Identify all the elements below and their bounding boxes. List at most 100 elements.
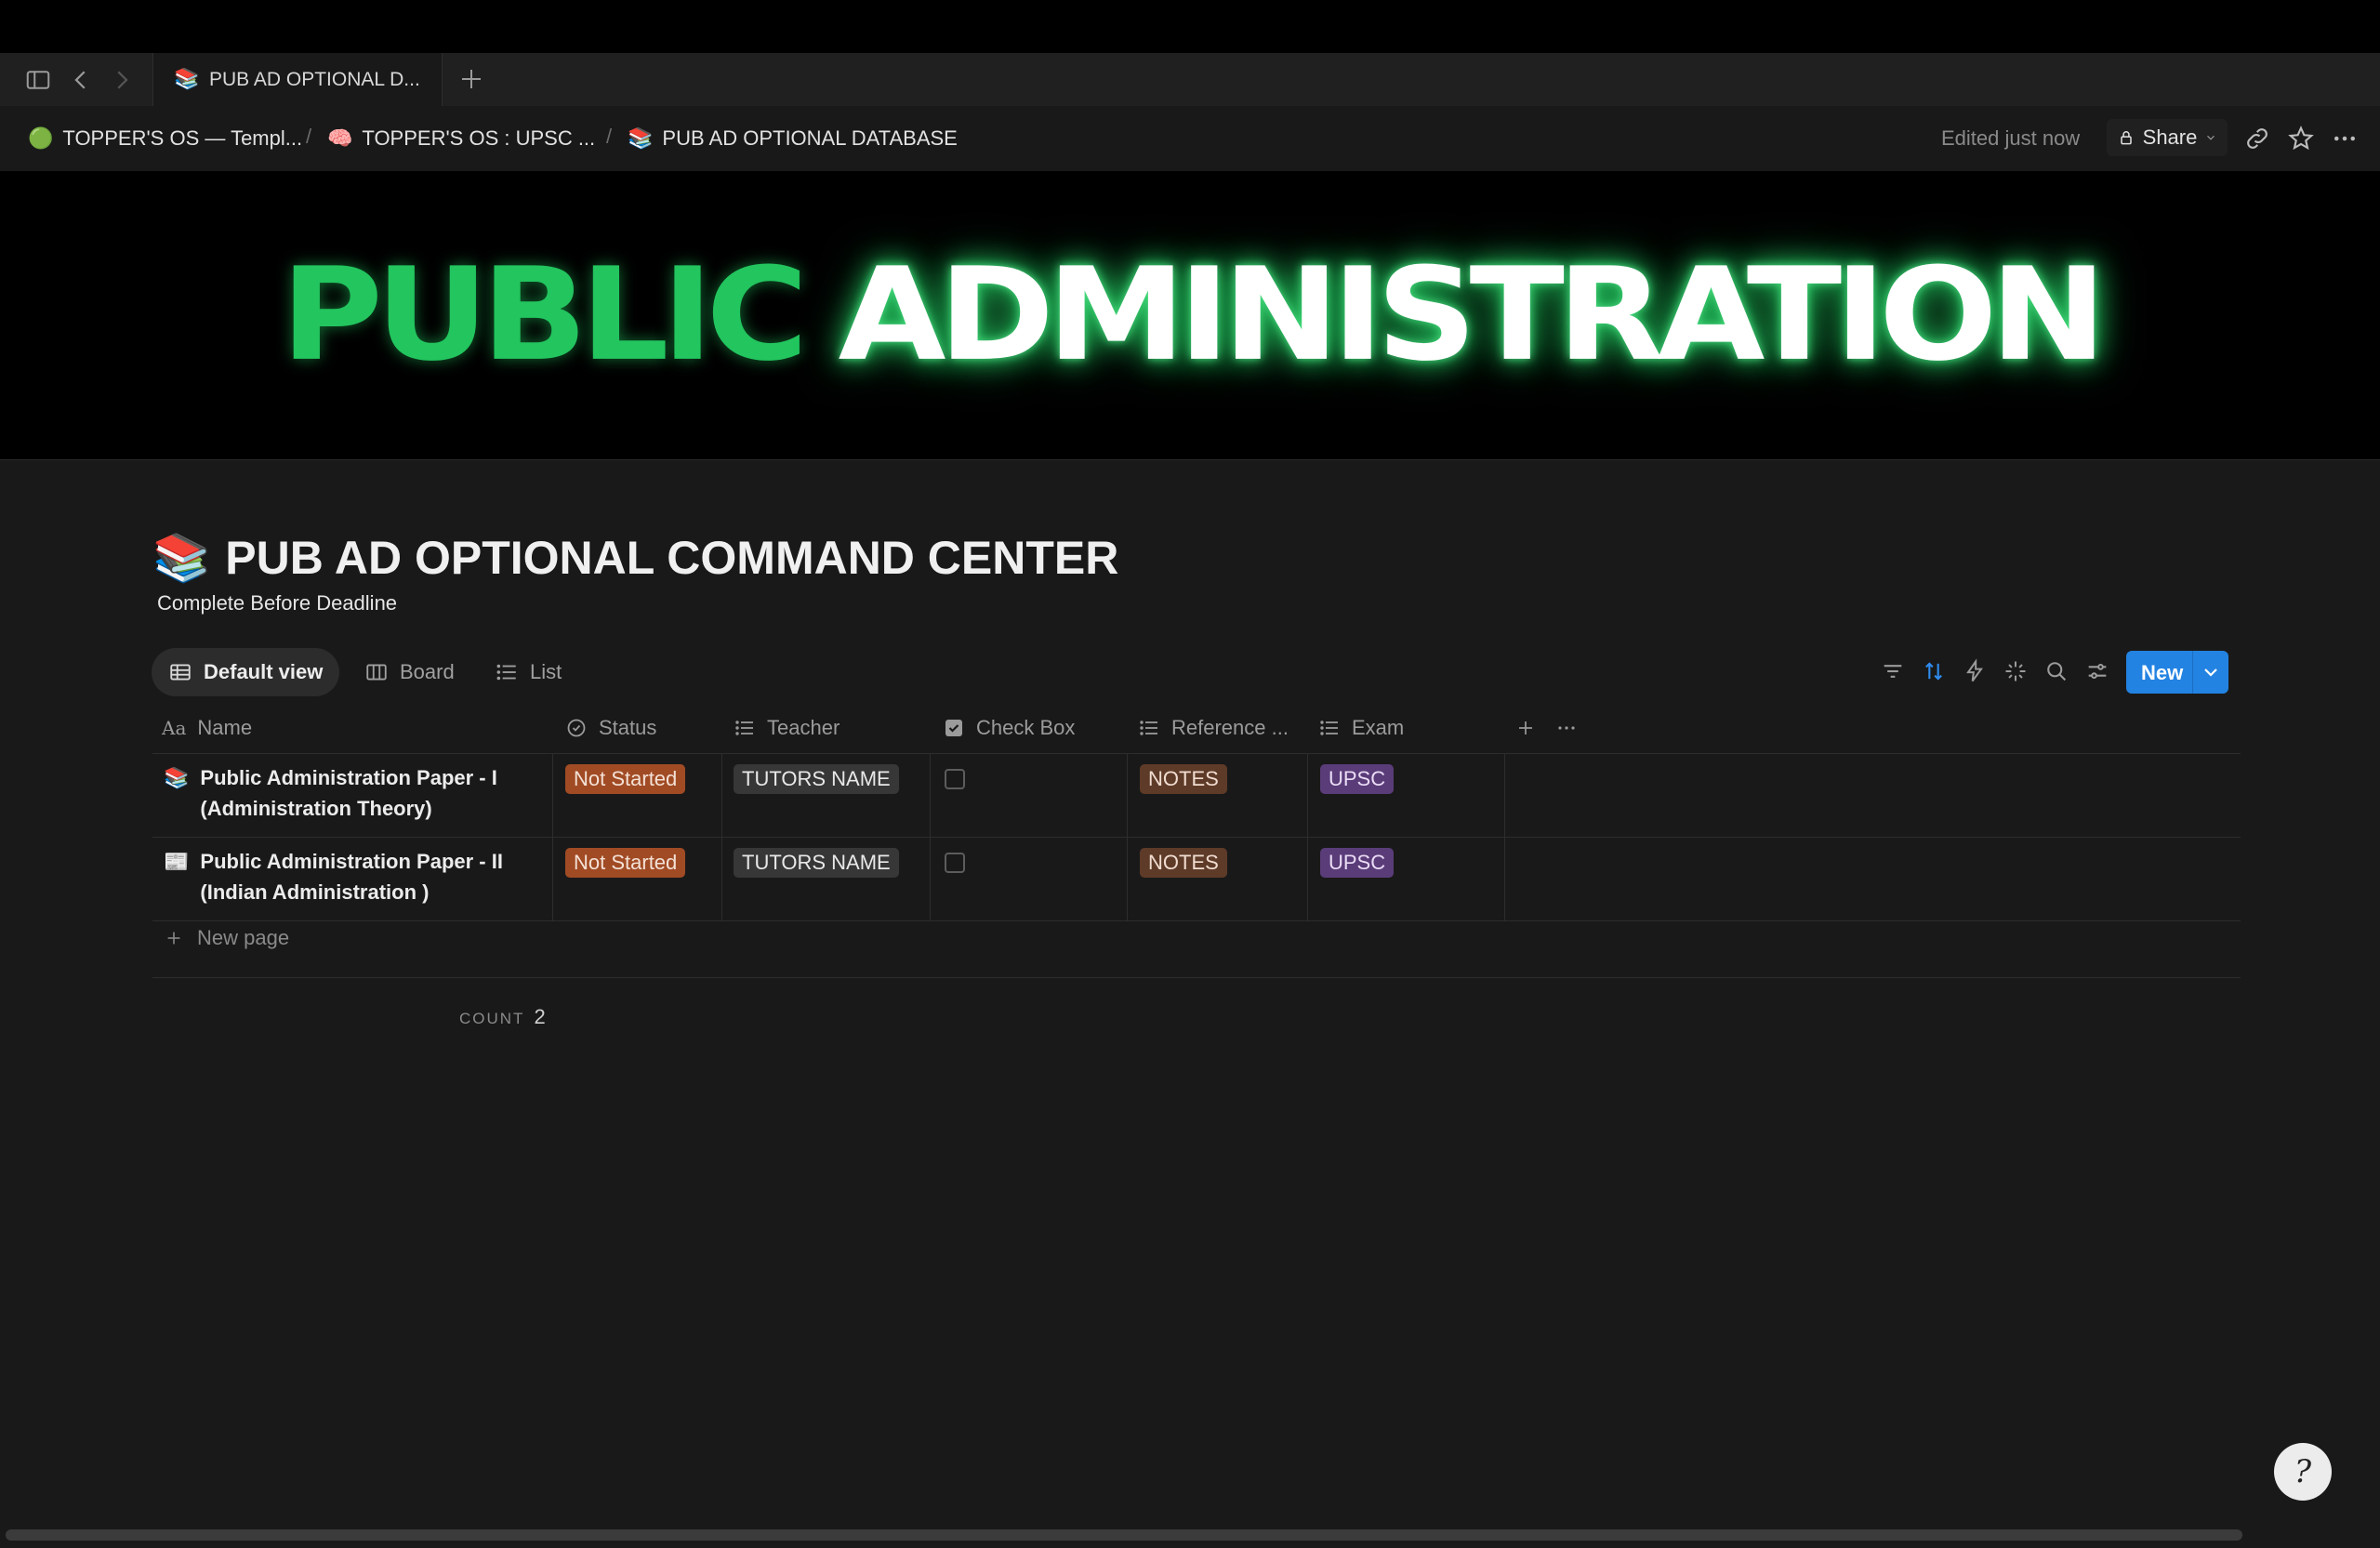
count-label: COUNT xyxy=(459,1010,525,1027)
tab-label: PUB AD OPTIONAL D... xyxy=(209,69,420,90)
new-button-divider xyxy=(2192,651,2193,694)
breadcrumb-item-database[interactable]: 📚 PUB AD OPTIONAL DATABASE xyxy=(628,125,958,152)
database-table: Aa Name Status Teacher Check Box Referen… xyxy=(152,703,2241,1028)
view-settings-icon[interactable] xyxy=(2084,658,2110,684)
check-box-cell[interactable] xyxy=(945,853,965,873)
share-button[interactable]: Share xyxy=(2107,119,2228,156)
breadcrumb: 🟢 TOPPER'S OS — Templ... / 🧠 TOPPER'S OS… xyxy=(0,106,2380,171)
row-title-line: Public Administration Paper - I xyxy=(200,766,497,789)
star-icon[interactable] xyxy=(2287,125,2315,152)
automation-lightning-icon[interactable] xyxy=(1962,658,1988,684)
column-header-check-box[interactable]: Check Box xyxy=(943,703,1075,753)
breadcrumb-item-templates[interactable]: 🟢 TOPPER'S OS — Templ... xyxy=(28,125,302,152)
help-icon: ? xyxy=(2294,1453,2312,1490)
breadcrumb-label: PUB AD OPTIONAL DATABASE xyxy=(662,126,958,150)
breadcrumb-label: TOPPER'S OS : UPSC ... xyxy=(362,126,596,150)
tab-pub-ad-optional[interactable]: 📚 PUB AD OPTIONAL D... xyxy=(152,53,443,106)
page-description[interactable]: Complete Before Deadline xyxy=(157,591,397,615)
column-divider xyxy=(1307,753,1308,920)
table-divider xyxy=(152,837,2241,838)
status-icon xyxy=(567,719,586,737)
more-options-icon[interactable] xyxy=(2331,125,2359,152)
column-more-options-icon[interactable] xyxy=(1555,703,1578,753)
new-button[interactable]: New xyxy=(2126,651,2228,694)
table-divider xyxy=(152,920,2241,921)
view-tab-label: List xyxy=(530,660,562,683)
table-row-name-paper-1[interactable]: 📚 Public Administration Paper - I (Admin… xyxy=(164,762,545,824)
books-icon[interactable]: 📚 xyxy=(152,531,210,586)
view-tab-board[interactable]: Board xyxy=(348,648,471,696)
column-header-label: Teacher xyxy=(767,716,840,739)
cover-word-public: PUBLIC xyxy=(280,240,809,390)
count-summary[interactable]: COUNT 2 xyxy=(459,1005,546,1029)
page-title-text[interactable]: PUB AD OPTIONAL COMMAND CENTER xyxy=(225,531,1118,585)
teacher-tag: TUTORS NAME xyxy=(734,764,899,794)
brain-icon: 🧠 xyxy=(327,126,353,150)
back-arrow-icon[interactable] xyxy=(67,66,95,94)
new-tab-plus-icon[interactable] xyxy=(457,65,485,93)
list-icon xyxy=(735,721,753,735)
column-divider xyxy=(721,753,722,920)
sort-icon[interactable] xyxy=(1921,658,1947,684)
reference-cell[interactable]: NOTES xyxy=(1140,848,1227,878)
new-page-button[interactable]: New page xyxy=(164,926,289,950)
link-icon[interactable] xyxy=(2243,125,2271,152)
status-cell[interactable]: Not Started xyxy=(565,848,686,878)
exam-cell[interactable]: UPSC xyxy=(1320,764,1395,794)
ai-sparkle-icon[interactable] xyxy=(2003,658,2029,684)
column-header-reference[interactable]: Reference ... xyxy=(1138,703,1289,753)
window-titlebar xyxy=(0,0,2380,53)
chevron-down-icon xyxy=(2207,135,2215,140)
horizontal-scrollbar[interactable] xyxy=(6,1529,2242,1541)
search-icon[interactable] xyxy=(2043,658,2069,684)
lock-icon xyxy=(2120,131,2132,145)
books-icon: 📚 xyxy=(164,766,190,789)
view-tab-label: Board xyxy=(400,660,455,683)
books-icon: 📚 xyxy=(174,67,200,90)
column-header-label: Name xyxy=(197,716,253,739)
checkbox-checked-icon xyxy=(945,720,962,736)
column-header-label: Reference ... xyxy=(1171,716,1289,739)
filter-icon[interactable] xyxy=(1880,658,1906,684)
table-divider xyxy=(152,753,2241,754)
table-row-name-paper-2[interactable]: 📰 Public Administration Paper - II (Indi… xyxy=(164,846,545,907)
column-header-name[interactable]: Aa Name xyxy=(162,703,252,753)
row-title-line: (Administration Theory) xyxy=(200,797,432,820)
reference-tag: NOTES xyxy=(1140,764,1227,794)
column-header-teacher[interactable]: Teacher xyxy=(734,703,840,753)
teacher-cell[interactable]: TUTORS NAME xyxy=(734,764,899,794)
reference-tag: NOTES xyxy=(1140,848,1227,878)
breadcrumb-item-upsc[interactable]: 🧠 TOPPER'S OS : UPSC ... xyxy=(327,125,595,152)
column-header-exam[interactable]: Exam xyxy=(1318,703,1404,753)
view-tab-list[interactable]: List xyxy=(478,648,578,696)
view-tab-default[interactable]: Default view xyxy=(152,648,340,696)
row-title-line: Public Administration Paper - II xyxy=(200,850,503,873)
new-button-label: New xyxy=(2141,661,2184,684)
checkbox[interactable] xyxy=(945,853,965,873)
list-icon xyxy=(1320,721,1338,735)
check-box-cell[interactable] xyxy=(945,769,965,789)
teacher-tag: TUTORS NAME xyxy=(734,848,899,878)
exam-tag: UPSC xyxy=(1320,848,1395,878)
cover-word-administration: ADMINISTRATION xyxy=(838,240,2108,390)
column-header-label: Status xyxy=(599,716,657,739)
add-property-plus-icon[interactable] xyxy=(1514,703,1537,753)
teacher-cell[interactable]: TUTORS NAME xyxy=(734,848,899,878)
exam-cell[interactable]: UPSC xyxy=(1320,848,1395,878)
column-header-label: Check Box xyxy=(976,716,1076,739)
help-button[interactable]: ? xyxy=(2274,1443,2332,1501)
chevron-down-icon[interactable] xyxy=(2200,661,2222,683)
sidebar-toggle-icon[interactable] xyxy=(24,66,52,94)
column-header-status[interactable]: Status xyxy=(565,703,656,753)
table-divider xyxy=(152,977,2241,978)
cover-title: PUBLIC ADMINISTRATION xyxy=(0,234,2380,397)
checkbox[interactable] xyxy=(945,769,965,789)
reference-cell[interactable]: NOTES xyxy=(1140,764,1227,794)
page-icon: 🟢 xyxy=(28,126,54,150)
count-value: 2 xyxy=(534,1005,546,1028)
status-badge: Not Started xyxy=(565,848,686,878)
status-cell[interactable]: Not Started xyxy=(565,764,686,794)
share-label: Share xyxy=(2142,126,2198,149)
new-page-label: New page xyxy=(197,926,290,949)
forward-arrow-icon[interactable] xyxy=(108,66,136,94)
